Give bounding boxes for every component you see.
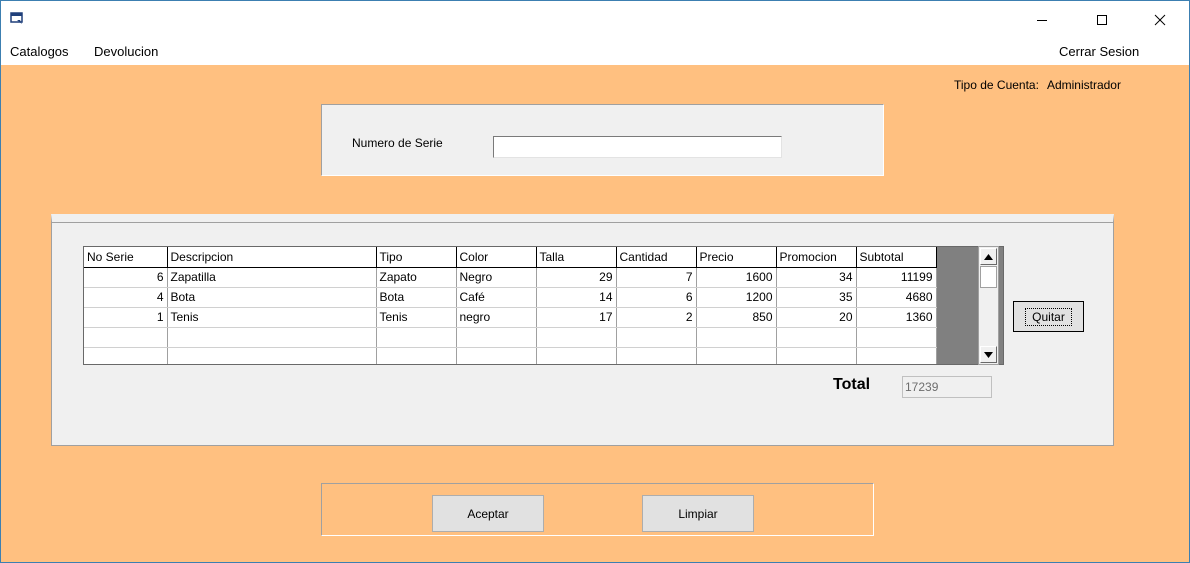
scroll-up-button[interactable] [980,248,997,265]
items-grid[interactable]: No Serie Descripcion Tipo Color Talla Ca… [83,246,1004,365]
maximize-icon [1097,15,1107,25]
maximize-button[interactable] [1079,1,1125,39]
actions-panel: Aceptar Limpiar [321,483,874,536]
cell-promocion[interactable]: 35 [776,287,857,308]
col-header-cantidad[interactable]: Cantidad [616,247,697,268]
cell-tipo[interactable]: Tenis [376,307,457,328]
cell-cantidad[interactable]: 7 [616,267,697,288]
cell-no-serie[interactable]: 6 [84,267,168,288]
quitar-button-label: Quitar [1025,307,1072,326]
cell-subtotal[interactable]: 11199 [856,267,937,288]
cell-promocion[interactable]: 20 [776,307,857,328]
close-button[interactable] [1137,1,1183,39]
col-header-subtotal[interactable]: Subtotal [856,247,937,268]
cell-no-serie[interactable]: 4 [84,287,168,308]
cell-cantidad[interactable]: 2 [616,307,697,328]
cell-descripcion[interactable]: Zapatilla [167,267,377,288]
cell-promocion[interactable]: 34 [776,267,857,288]
aceptar-button[interactable]: Aceptar [432,495,544,532]
cell-tipo[interactable]: Bota [376,287,457,308]
app-window-icon [10,12,23,24]
empty-row[interactable] [84,327,937,348]
cell-precio[interactable]: 1200 [696,287,777,308]
scroll-thumb[interactable] [980,266,997,288]
cell-subtotal[interactable]: 1360 [856,307,937,328]
table-row[interactable]: 6 Zapatilla Zapato Negro 29 7 1600 34 11… [84,267,937,288]
items-panel: No Serie Descripcion Tipo Color Talla Ca… [51,214,1114,446]
cell-color[interactable]: Negro [456,267,537,288]
cell-talla[interactable]: 29 [536,267,617,288]
grid-header-row: No Serie Descripcion Tipo Color Talla Ca… [84,247,937,268]
quitar-button[interactable]: Quitar [1013,301,1084,332]
cell-precio[interactable]: 850 [696,307,777,328]
limpiar-button[interactable]: Limpiar [642,495,754,532]
col-header-promocion[interactable]: Promocion [776,247,857,268]
cell-color[interactable]: negro [456,307,537,328]
menu-cerrar-sesion[interactable]: Cerrar Sesion [1059,44,1139,59]
menu-devolucion[interactable]: Devolucion [94,44,158,59]
cell-color[interactable]: Café [456,287,537,308]
cell-no-serie[interactable]: 1 [84,307,168,328]
scroll-down-button[interactable] [980,346,997,363]
cell-subtotal[interactable]: 4680 [856,287,937,308]
cell-talla[interactable]: 14 [536,287,617,308]
items-table: No Serie Descripcion Tipo Color Talla Ca… [84,247,937,364]
cell-descripcion[interactable]: Bota [167,287,377,308]
serial-number-input[interactable] [493,136,782,158]
menu-catalogos[interactable]: Catalogos [10,44,69,59]
close-icon [1154,14,1166,26]
empty-row[interactable] [84,347,937,364]
title-bar [1,1,1189,39]
cell-precio[interactable]: 1600 [696,267,777,288]
total-label: Total [833,376,871,393]
serial-search-panel: Numero de Serie [321,104,884,176]
account-type-label: Tipo de Cuenta: [954,78,1039,92]
grid-vertical-scrollbar[interactable] [978,246,999,365]
cell-descripcion[interactable]: Tenis [167,307,377,328]
col-header-descripcion[interactable]: Descripcion [167,247,377,268]
scroll-up-icon [984,253,993,260]
minimize-icon [1037,20,1047,21]
cell-talla[interactable]: 17 [536,307,617,328]
account-type-value: Administrador [1046,78,1121,92]
menu-bar: Catalogos Devolucion Cerrar Sesion [1,39,1189,65]
table-row[interactable]: 1 Tenis Tenis negro 17 2 850 20 1360 [84,307,937,328]
scroll-down-icon [984,351,993,358]
col-header-color[interactable]: Color [456,247,537,268]
col-header-tipo[interactable]: Tipo [376,247,457,268]
table-row[interactable]: 4 Bota Bota Café 14 6 1200 35 4680 [84,287,937,308]
col-header-precio[interactable]: Precio [696,247,777,268]
main-window: Catalogos Devolucion Cerrar Sesion Tipo … [0,0,1190,563]
account-info: Tipo de Cuenta: Administrador [954,78,1129,92]
serial-number-label: Numero de Serie [352,136,443,150]
cell-tipo[interactable]: Zapato [376,267,457,288]
col-header-no-serie[interactable]: No Serie [84,247,168,268]
cell-cantidad[interactable]: 6 [616,287,697,308]
total-field: 17239 [902,376,992,398]
col-header-talla[interactable]: Talla [536,247,617,268]
minimize-button[interactable] [1019,1,1065,39]
